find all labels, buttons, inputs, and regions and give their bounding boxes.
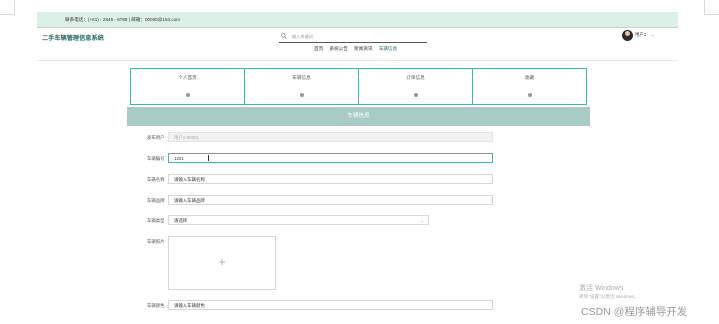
dot-icon [185,93,190,97]
card-profile[interactable]: 个人首页 [131,69,245,104]
avatar[interactable] [622,30,633,41]
dot-icon [413,93,418,97]
site-title[interactable]: 二手车辆管理信息系统 [42,33,104,42]
brand-label: 车辆品牌 [147,198,165,203]
image-label: 车辆照片 [147,239,165,244]
nav-item-vehicles[interactable]: 车辆信息 [379,46,397,51]
username[interactable]: 用户1 [635,32,646,38]
csdn-watermark: CSDN @程序辅导开发 [581,306,688,318]
type-select[interactable]: 请选择 ⌄ [168,215,429,225]
plus-icon: + [218,255,226,269]
color-field[interactable]: 请输入车辆颜色 [168,300,493,310]
contact-bar: 联系电话：(+61) - 2845 - 6789 | 邮箱：00000@163.… [37,12,678,28]
number-field[interactable]: 1201 [168,153,493,163]
watermark-subtitle: 转到"设置"以激活 Windows。 [579,294,639,299]
nav-item-home[interactable]: 首页 [314,46,323,51]
chevron-down-icon[interactable]: ⌄ [651,32,654,37]
search-icon[interactable] [281,33,287,39]
windows-watermark: 激活 Windows 转到"设置"以激活 Windows。 [579,283,639,300]
search-input[interactable]: 输入关键词 [292,33,313,40]
card-vehicles[interactable]: 车辆信息 [245,69,359,104]
dot-icon [299,93,304,97]
card-label: 订单信息 [406,75,425,80]
card-label: 个人首页 [178,75,197,80]
dot-icon [527,93,532,97]
card-label: 收藏 [524,75,535,80]
image-upload[interactable]: + [168,236,276,290]
color-label: 车辆颜色 [147,303,165,308]
watermark-title: 激活 Windows [579,285,624,292]
card-favorites[interactable]: 收藏 [473,69,586,104]
window-corner-left [0,0,15,15]
search-box[interactable]: 输入关键词 [279,32,427,43]
main-nav: 首页 系统公告 新闻资讯 车辆信息 [314,46,402,52]
type-label: 车辆类型 [147,218,165,223]
name-label: 车辆名称 [147,177,165,182]
text-cursor [208,155,209,161]
site-header: 二手车辆管理信息系统 输入关键词 首页 系统公告 新闻资讯 车辆信息 用户1 ⌄ [37,28,678,61]
user-center-tabs: 个人首页 车辆信息 订单信息 收藏 [130,68,587,105]
card-label: 车辆信息 [292,75,311,80]
name-field[interactable]: 请输入车辆名称 [168,174,493,184]
nav-item-notices[interactable]: 系统公告 [329,46,347,51]
account-label: 发布用户 [147,135,165,140]
number-label: 车辆编号 [147,156,165,161]
nav-item-news[interactable]: 新闻资讯 [354,46,372,51]
brand-field[interactable]: 请输入车辆品牌 [168,195,493,205]
account-field: 用户1-00001 [168,132,493,142]
section-banner: 车辆信息 [127,107,590,126]
contact-text: 联系电话：(+61) - 2845 - 6789 | 邮箱：00000@163.… [65,17,181,22]
chevron-down-icon: ⌄ [420,218,424,223]
card-orders[interactable]: 订单信息 [359,69,473,104]
window-corner-right [704,0,719,15]
type-select-value: 请选择 [174,218,188,223]
